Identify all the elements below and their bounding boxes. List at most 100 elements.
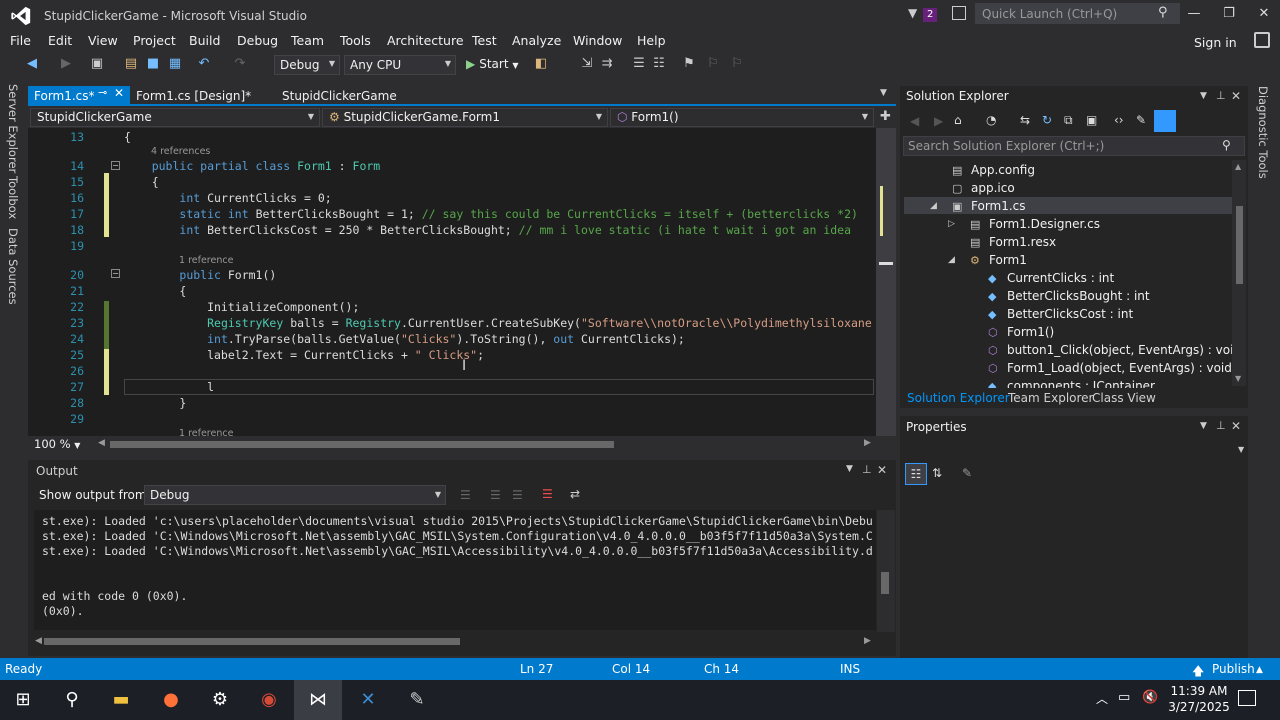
properties-wrench-icon[interactable]: ✎: [962, 466, 972, 480]
configuration-select[interactable]: Debug ▼: [274, 55, 340, 75]
step-over-icon[interactable]: ⇉: [600, 57, 614, 71]
tree-item-betterclickscost[interactable]: BetterClicksCost : int: [1007, 307, 1133, 321]
alphabetical-icon[interactable]: ⇅: [932, 466, 942, 480]
sync-icon[interactable]: ⇆: [1020, 113, 1030, 127]
open-file-icon[interactable]: ▤: [124, 57, 138, 71]
type-nav-dropdown[interactable]: ⚙ StupidClickerGame.Form1 ▼: [322, 108, 608, 127]
zoom-level-select[interactable]: 100 % ▼: [34, 437, 80, 451]
tab-stupidclickergame[interactable]: StupidClickerGame: [276, 86, 406, 106]
tree-item-form1-cs[interactable]: Form1.cs: [971, 199, 1026, 213]
menu-architecture[interactable]: Architecture: [387, 33, 464, 48]
tree-item-form1-load[interactable]: Form1_Load(object, EventArgs) : void: [1007, 361, 1232, 375]
split-icon[interactable]: ✚: [880, 109, 891, 124]
restore-button[interactable]: ❐: [1217, 6, 1241, 24]
back-icon[interactable]: ◀: [25, 57, 39, 71]
tree-item-app-config[interactable]: App.config: [971, 163, 1035, 177]
chevron-down-icon[interactable]: ▼: [1238, 445, 1244, 454]
clear-all-icon[interactable]: ☰: [542, 487, 553, 501]
browser-link-icon[interactable]: ◧: [534, 57, 548, 71]
server-explorer-tab[interactable]: Server Explorer: [6, 84, 20, 173]
close-icon[interactable]: ✕: [114, 86, 124, 100]
tab-form1-design[interactable]: Form1.cs [Design]*: [130, 86, 270, 106]
collapse-all-icon[interactable]: ⧉: [1064, 113, 1073, 128]
windows-start-icon[interactable]: ⊞: [8, 686, 38, 714]
chevron-down-icon[interactable]: ▼: [846, 464, 853, 474]
notifications-icon[interactable]: [1238, 690, 1256, 706]
chevron-up-icon[interactable]: ︿: [1096, 690, 1108, 707]
notification-flag-icon[interactable]: ▼: [908, 6, 917, 20]
menu-test[interactable]: Test: [472, 33, 497, 48]
quick-launch-input[interactable]: Quick Launch (Ctrl+Q): [975, 3, 1180, 24]
menu-debug[interactable]: Debug: [237, 33, 278, 48]
codelens-references[interactable]: 1 reference: [179, 255, 233, 266]
collapse-icon[interactable]: −: [111, 269, 120, 278]
diagnostic-tools-tab[interactable]: Diagnostic Tools: [1256, 86, 1270, 179]
new-project-icon[interactable]: ▣: [90, 57, 104, 71]
pin-icon[interactable]: ⊥: [1216, 419, 1226, 432]
comment-icon[interactable]: ☰: [632, 57, 646, 71]
scrollbar-thumb[interactable]: [110, 441, 614, 448]
editor-vertical-scrollbar[interactable]: [876, 128, 896, 436]
menu-team[interactable]: Team: [291, 33, 324, 48]
close-icon[interactable]: ✕: [877, 463, 887, 477]
chevron-down-icon[interactable]: ▼: [880, 88, 887, 98]
save-all-icon[interactable]: ▦: [168, 57, 182, 71]
show-all-files-icon[interactable]: ▣: [1086, 113, 1097, 127]
step-into-icon[interactable]: ⇲: [580, 57, 594, 71]
forward-icon[interactable]: ▶: [934, 114, 943, 128]
menu-file[interactable]: File: [10, 33, 31, 48]
taskbar-clock[interactable]: 11:39 AM 3/27/2025: [1164, 684, 1234, 714]
refresh-icon[interactable]: ↻: [1042, 113, 1052, 127]
pin-icon[interactable]: ⊸: [98, 86, 107, 99]
tab-class-view[interactable]: Class View: [1092, 391, 1156, 405]
codelens-references[interactable]: 4 references: [151, 146, 210, 157]
search-icon[interactable]: ⚲: [57, 686, 87, 714]
menu-analyze[interactable]: Analyze: [512, 33, 561, 48]
find-message-icon[interactable]: ☰: [460, 488, 471, 502]
chevron-up-icon[interactable]: ▲: [1256, 665, 1263, 675]
tree-item-button1-click[interactable]: button1_Click(object, EventArgs) : void: [1007, 343, 1241, 357]
tab-solution-explorer[interactable]: Solution Explorer: [907, 391, 1010, 405]
scroll-right-icon[interactable]: ▶: [864, 438, 871, 448]
sign-in-link[interactable]: Sign in: [1194, 35, 1237, 50]
forward-icon[interactable]: ▶: [59, 57, 73, 71]
gimp-icon[interactable]: ✎: [402, 686, 432, 714]
close-icon[interactable]: ✕: [1231, 89, 1241, 103]
next-message-icon[interactable]: ☰: [512, 488, 523, 502]
tab-team-explorer[interactable]: Team Explorer: [1008, 391, 1094, 405]
menu-help[interactable]: Help: [637, 33, 666, 48]
feedback-icon[interactable]: [952, 6, 966, 20]
output-source-select[interactable]: Debug ▼: [144, 485, 446, 505]
visual-studio-taskbar-icon[interactable]: ⋈: [303, 686, 333, 714]
chevron-down-icon[interactable]: ▼: [1200, 421, 1207, 431]
platform-select[interactable]: Any CPU ▼: [344, 55, 456, 75]
volume-muted-icon[interactable]: 🔇: [1142, 690, 1158, 705]
app-icon[interactable]: ✕: [353, 686, 383, 714]
word-wrap-icon[interactable]: ⇄: [570, 487, 580, 501]
toolbox-tab[interactable]: Toolbox: [6, 176, 20, 219]
project-nav-dropdown[interactable]: StupidClickerGame ▼: [30, 108, 320, 127]
prev-bookmark-icon[interactable]: ⚐: [706, 57, 720, 71]
firefox-icon[interactable]: ●: [156, 686, 186, 714]
uncomment-icon[interactable]: ☷: [652, 57, 666, 71]
tree-item-currentclicks[interactable]: CurrentClicks : int: [1007, 271, 1114, 285]
start-button[interactable]: ▶ Start ▼: [462, 55, 524, 75]
scrollbar-thumb[interactable]: [44, 638, 460, 645]
pin-icon[interactable]: ⊥: [862, 463, 872, 476]
member-nav-dropdown[interactable]: ⬡ Form1() ▼: [610, 108, 874, 127]
pin-icon[interactable]: ⊥: [1216, 89, 1226, 102]
app-icon[interactable]: ◉: [254, 686, 284, 714]
scrollbar-thumb[interactable]: [881, 572, 889, 594]
chevron-down-icon[interactable]: ▼: [1200, 91, 1207, 101]
search-icon[interactable]: ⚲: [1158, 5, 1168, 20]
properties-wrench-icon[interactable]: ✎: [1136, 113, 1146, 127]
output-vertical-scrollbar[interactable]: [877, 510, 895, 632]
file-explorer-icon[interactable]: ▬: [106, 686, 136, 714]
solution-search-input[interactable]: Search Solution Explorer (Ctrl+;): [903, 136, 1245, 156]
pending-changes-filter-icon[interactable]: ◔: [986, 113, 996, 127]
close-icon[interactable]: ✕: [1231, 419, 1241, 433]
prev-message-icon[interactable]: ☰: [490, 488, 501, 502]
tree-item-form1-class[interactable]: Form1: [989, 253, 1027, 267]
menu-window[interactable]: Window: [573, 33, 622, 48]
scroll-left-icon[interactable]: ◀: [98, 438, 105, 448]
